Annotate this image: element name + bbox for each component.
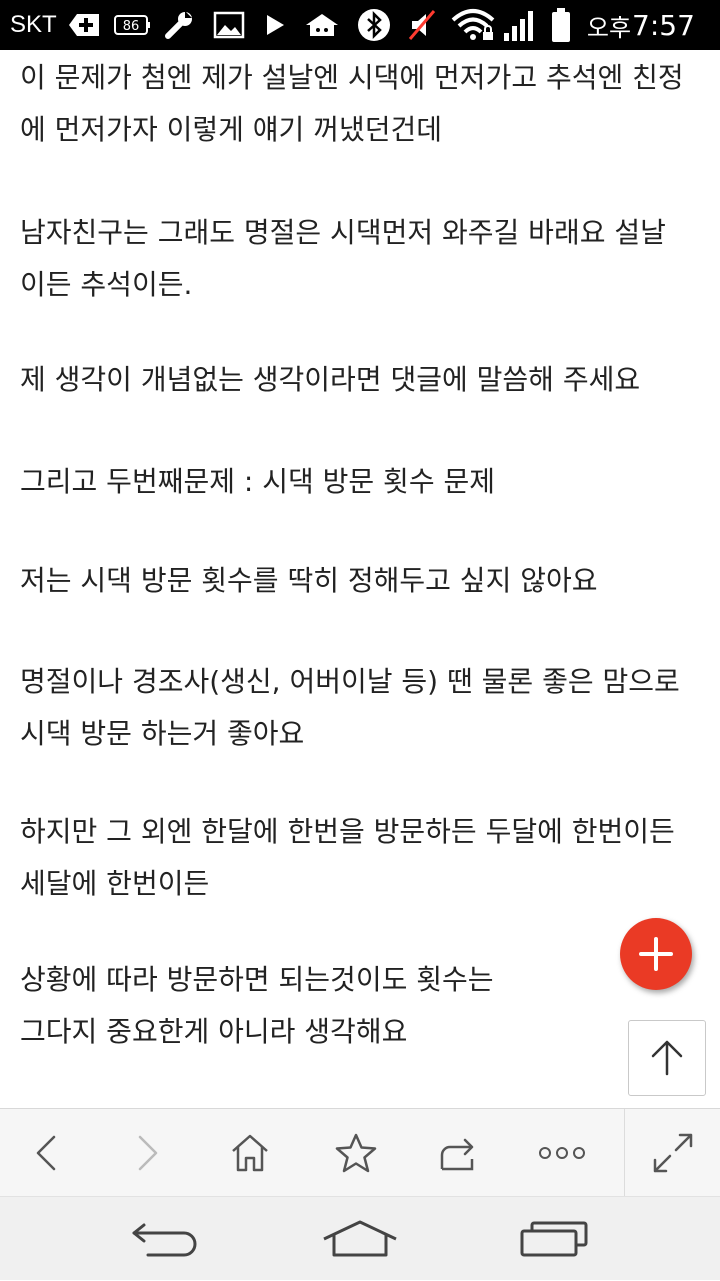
forward-button[interactable]: [116, 1109, 180, 1197]
article-content: 이 문제가 첨엔 제가 설날엔 시댁에 먼저가고 추석엔 친정 에 먼저가자 이…: [0, 50, 720, 1108]
text-line: 명절이나 경조사(생신, 어버이날 등) 땐 물론 좋은 맘으로: [20, 665, 680, 698]
browser-toolbar: [0, 1108, 720, 1197]
text-line: 이든 추석이든.: [20, 268, 193, 301]
nav-back-icon: [132, 1223, 197, 1257]
home-icon: [232, 1134, 268, 1172]
text-line: 저는 시댁 방문 횟수를 딱히 정해두고 싶지 않아요: [20, 564, 598, 597]
more-icon: [539, 1147, 585, 1159]
nav-recents-button[interactable]: [506, 1197, 602, 1281]
system-nav-bar: [0, 1196, 720, 1280]
paragraph: 그리고 두번째문제 : 시댁 방문 횟수 문제: [20, 456, 710, 508]
paragraph: 저는 시댁 방문 횟수를 딱히 정해두고 싶지 않아요: [20, 555, 710, 607]
paragraph: 이 문제가 첨엔 제가 설날엔 시댁에 먼저가고 추석엔 친정 에 먼저가자 이…: [20, 52, 710, 156]
share-button[interactable]: [426, 1109, 490, 1197]
image-icon: [210, 0, 248, 50]
text-line: 남자친구는 그래도 명절은 시댁먼저 와주길 바래요 설날: [20, 216, 666, 249]
play-icon: [260, 0, 290, 50]
text-line: 그다지 중요한게 아니라 생각해요: [20, 1015, 408, 1048]
forward-icon: [138, 1135, 158, 1171]
status-bar: SKT 86 오후 7:57: [0, 0, 720, 50]
paragraph: 하지만 그 외엔 한달에 한번을 방문하든 두달에 한번이든 세달에 한번이든: [20, 806, 710, 910]
fullscreen-button[interactable]: [640, 1109, 706, 1197]
mute-icon: [404, 0, 440, 50]
wrench-icon: [160, 0, 198, 50]
back-icon: [36, 1135, 56, 1171]
wifi-icon: [448, 0, 498, 50]
text-line: 세달에 한번이든: [20, 867, 210, 900]
text-line: 상황에 따라 방문하면 되는것이도 횟수는: [20, 963, 494, 996]
battery-86-icon: 86: [112, 0, 152, 50]
nav-recents-icon: [520, 1221, 588, 1257]
nav-back-button[interactable]: [118, 1197, 214, 1281]
toolbar-divider: [624, 1109, 625, 1197]
text-line: 제 생각이 개념없는 생각이라면 댓글에 말씀해 주세요: [20, 363, 641, 396]
paragraph: 남자친구는 그래도 명절은 시댁먼저 와주길 바래요 설날 이든 추석이든.: [20, 207, 710, 311]
back-button[interactable]: [14, 1109, 78, 1197]
home-badge-icon: [302, 0, 342, 50]
text-line: 에 먼저가자 이렇게 얘기 꺼냈던건데: [20, 113, 443, 146]
clock: 7:57: [632, 8, 695, 42]
ampm-label: 오후: [586, 13, 632, 42]
text-line: 시댁 방문 하는거 좋아요: [20, 717, 305, 750]
home-button[interactable]: [218, 1109, 282, 1197]
nav-home-icon: [323, 1220, 397, 1257]
carrier-label: SKT: [10, 11, 57, 38]
write-fab-button[interactable]: [620, 918, 692, 990]
more-button[interactable]: [528, 1109, 596, 1197]
paragraph: 명절이나 경조사(생신, 어버이날 등) 땐 물론 좋은 맘으로 시댁 방문 하…: [20, 656, 710, 760]
bookmark-star-icon: [335, 1133, 377, 1173]
nav-home-button[interactable]: [312, 1197, 408, 1281]
plus-icon: [66, 0, 102, 50]
share-icon: [440, 1138, 474, 1171]
arrow-up-icon: [651, 1040, 683, 1076]
battery-icon: [546, 0, 576, 50]
battery-86-label: 86: [123, 19, 140, 34]
fullscreen-icon: [653, 1133, 693, 1173]
bluetooth-icon: [354, 0, 394, 50]
bookmark-button[interactable]: [324, 1109, 388, 1197]
plus-icon: [639, 937, 673, 971]
paragraph: 상황에 따라 방문하면 되는것이도 횟수는 그다지 중요한게 아니라 생각해요: [20, 954, 710, 1058]
signal-icon: [500, 0, 540, 50]
paragraph: 제 생각이 개념없는 생각이라면 댓글에 말씀해 주세요: [20, 354, 710, 406]
text-line: 그리고 두번째문제 : 시댁 방문 횟수 문제: [20, 465, 495, 498]
text-line: 이 문제가 첨엔 제가 설날엔 시댁에 먼저가고 추석엔 친정: [20, 61, 684, 94]
scroll-top-button[interactable]: [628, 1020, 706, 1096]
text-line: 하지만 그 외엔 한달에 한번을 방문하든 두달에 한번이든: [20, 815, 675, 848]
